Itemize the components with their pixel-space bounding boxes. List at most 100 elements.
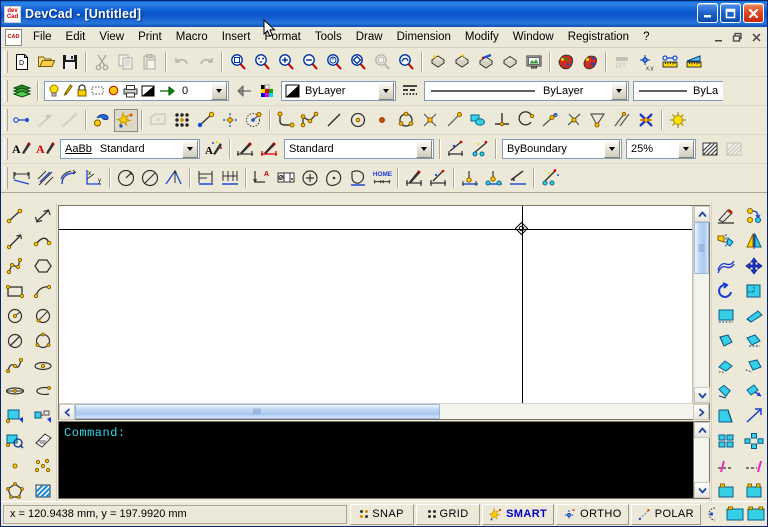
toolbar-grip[interactable] [4, 80, 8, 102]
command-scroll-track[interactable] [694, 438, 709, 482]
arc-3point-icon[interactable] [29, 278, 57, 303]
curve-line-icon[interactable] [29, 228, 57, 253]
dim-arc-length-icon[interactable] [58, 167, 82, 190]
snap-node-icon[interactable] [418, 109, 442, 132]
tangent-icon[interactable] [538, 109, 562, 132]
paste-icon[interactable] [138, 51, 162, 74]
dim-home-icon[interactable]: HOME [370, 167, 394, 190]
toolbar-grip[interactable] [4, 138, 8, 160]
scroll-up-button[interactable] [694, 206, 710, 222]
hatch-fill-icon[interactable] [29, 478, 57, 503]
status-pane-smart[interactable]: SMART [482, 503, 555, 525]
point-icon[interactable] [370, 109, 394, 132]
dim-polygon-icon[interactable] [346, 167, 370, 190]
stretch-icon[interactable] [712, 303, 740, 328]
menu-item-view[interactable]: View [92, 28, 131, 46]
dim-edit-text-icon[interactable] [426, 167, 450, 190]
line-segment-icon[interactable] [1, 203, 29, 228]
point-multiple-icon[interactable] [29, 453, 57, 478]
layer-combo[interactable]: 0 [44, 81, 229, 101]
ellipse-axis-icon[interactable] [1, 378, 29, 403]
explode-icon[interactable] [712, 378, 740, 403]
dim-linear-icon[interactable] [10, 167, 34, 190]
menu-item-help[interactable]: ? [636, 28, 656, 46]
line-icon[interactable] [322, 109, 346, 132]
spline-curve-icon[interactable] [1, 353, 29, 378]
mirror-icon[interactable] [712, 228, 740, 253]
object-snap-settings-icon[interactable] [90, 109, 114, 132]
polygon-hexagon-icon[interactable] [29, 253, 57, 278]
render-wire-icon[interactable] [450, 51, 474, 74]
properties-paint-icon[interactable] [554, 51, 578, 74]
ray-line-icon[interactable] [1, 228, 29, 253]
hatch-boundary-combo[interactable]: ByBoundary [502, 139, 622, 159]
divide-icon[interactable] [712, 453, 740, 478]
text-style-red-icon[interactable]: A [34, 138, 58, 161]
polyline-icon[interactable] [274, 109, 298, 132]
render-hidden-icon[interactable] [498, 51, 522, 74]
circle-radius-icon[interactable] [1, 303, 29, 328]
menu-item-tools[interactable]: Tools [308, 28, 349, 46]
minimize-button[interactable] [697, 3, 718, 23]
linetype-manager-icon[interactable] [398, 80, 422, 103]
text-effects-icon[interactable]: A [202, 138, 226, 161]
erase-icon[interactable] [712, 203, 740, 228]
dimension-update-icon[interactable] [444, 138, 468, 161]
drawing-canvas[interactable] [59, 206, 693, 403]
document-icon[interactable]: CAD [5, 28, 22, 46]
menu-item-edit[interactable]: Edit [59, 28, 93, 46]
zoom-out-icon[interactable] [298, 51, 322, 74]
layer-list-icon[interactable] [610, 51, 634, 74]
hatch-boundary-combo-arrow[interactable] [604, 140, 620, 158]
snap-center-icon[interactable] [242, 109, 266, 132]
color-palette-icon[interactable] [255, 80, 279, 103]
make-layer-current-icon[interactable] [231, 80, 255, 103]
menu-item-draw[interactable]: Draw [349, 28, 390, 46]
cut-icon[interactable] [90, 51, 114, 74]
canvas-horizontal-scrollbar[interactable] [59, 403, 709, 420]
dim-center-mark-icon[interactable] [298, 167, 322, 190]
measure-area-icon[interactable] [682, 51, 706, 74]
menu-item-macro[interactable]: Macro [169, 28, 215, 46]
hatch-scale-combo[interactable]: 25% [626, 139, 696, 159]
horizontal-scroll-track[interactable] [75, 404, 693, 419]
insert-image-icon[interactable] [1, 428, 29, 453]
zoom-dynamic-icon[interactable] [346, 51, 370, 74]
polar-tracking-icon[interactable] [707, 506, 723, 522]
toolbar-grip[interactable] [4, 51, 8, 73]
multiline-text-icon[interactable] [29, 428, 57, 453]
mirror-axis-icon[interactable] [740, 228, 767, 253]
zoom-in-icon[interactable] [274, 51, 298, 74]
dimension-style-icon[interactable] [234, 138, 258, 161]
copy-object-icon[interactable] [740, 203, 767, 228]
dim-angular-icon[interactable] [114, 167, 138, 190]
toolbar-grip[interactable] [4, 167, 8, 189]
perpendicular-icon[interactable] [490, 109, 514, 132]
snap-grid-icon[interactable] [170, 109, 194, 132]
menu-item-insert[interactable]: Insert [215, 28, 258, 46]
scroll-down-button[interactable] [694, 387, 710, 403]
menu-item-print[interactable]: Print [131, 28, 169, 46]
snap-from-icon[interactable] [146, 109, 170, 132]
layers-icon[interactable] [10, 80, 34, 103]
menu-item-window[interactable]: Window [506, 28, 561, 46]
chamfer-icon[interactable] [712, 353, 740, 378]
scale-icon[interactable] [740, 278, 767, 303]
mdi-close-button[interactable] [749, 30, 763, 44]
join-icon[interactable] [740, 378, 767, 403]
zoom-extents-icon[interactable] [370, 51, 394, 74]
measure-icon[interactable] [740, 453, 767, 478]
snap-endpoint-icon[interactable] [194, 109, 218, 132]
paper-space-icon[interactable] [747, 506, 765, 522]
toolbar-grip[interactable] [4, 109, 8, 131]
render-color-icon[interactable] [474, 51, 498, 74]
status-pane-polar[interactable]: POLAR [630, 503, 701, 525]
circle-diameter-icon[interactable] [29, 303, 57, 328]
command-window[interactable]: Command: [58, 421, 710, 499]
zoom-window-icon[interactable] [226, 51, 250, 74]
menu-item-registration[interactable]: Registration [561, 28, 636, 46]
scroll-right-button[interactable] [693, 404, 709, 420]
dim-radius-icon[interactable] [162, 167, 186, 190]
dim-aligned-icon[interactable] [34, 167, 58, 190]
circle-icon[interactable] [346, 109, 370, 132]
